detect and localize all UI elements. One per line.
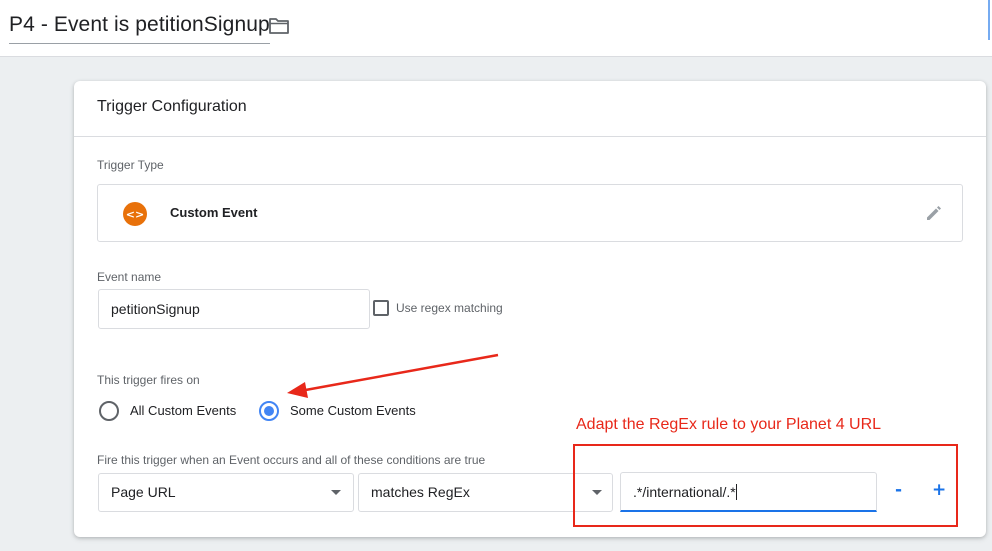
- regex-matching-label: Use regex matching: [396, 301, 503, 315]
- fires-on-label: This trigger fires on: [97, 373, 200, 387]
- radio-some-custom-events-label[interactable]: Some Custom Events: [290, 403, 416, 418]
- top-bar: P4 - Event is petitionSignup: [0, 0, 992, 57]
- radio-some-custom-events[interactable]: [259, 401, 279, 421]
- chevron-down-icon: [331, 490, 341, 495]
- annotation-text: Adapt the RegEx rule to your Planet 4 UR…: [576, 416, 882, 433]
- trigger-type-box[interactable]: <> Custom Event: [97, 184, 963, 242]
- radio-all-custom-events-label[interactable]: All Custom Events: [130, 403, 236, 418]
- card-header: Trigger Configuration: [74, 81, 986, 137]
- panel-edge: [988, 0, 990, 40]
- custom-event-icon: <>: [123, 202, 147, 226]
- condition-label: Fire this trigger when an Event occurs a…: [97, 453, 486, 467]
- variable-select-value: Page URL: [111, 484, 176, 500]
- event-name-label: Event name: [97, 270, 162, 284]
- card-title: Trigger Configuration: [97, 98, 247, 115]
- event-name-input[interactable]: petitionSignup: [98, 289, 370, 329]
- trigger-name-title[interactable]: P4 - Event is petitionSignup: [9, 13, 270, 44]
- pencil-icon[interactable]: [924, 203, 944, 223]
- operator-select-value: matches RegEx: [371, 484, 470, 500]
- radio-all-custom-events[interactable]: [99, 401, 119, 421]
- trigger-type-name: Custom Event: [170, 205, 258, 220]
- folder-icon[interactable]: [268, 17, 290, 35]
- trigger-type-label: Trigger Type: [97, 158, 164, 172]
- variable-select[interactable]: Page URL: [98, 473, 354, 512]
- annotation-highlight-box: [573, 444, 958, 527]
- regex-matching-checkbox[interactable]: [373, 300, 389, 316]
